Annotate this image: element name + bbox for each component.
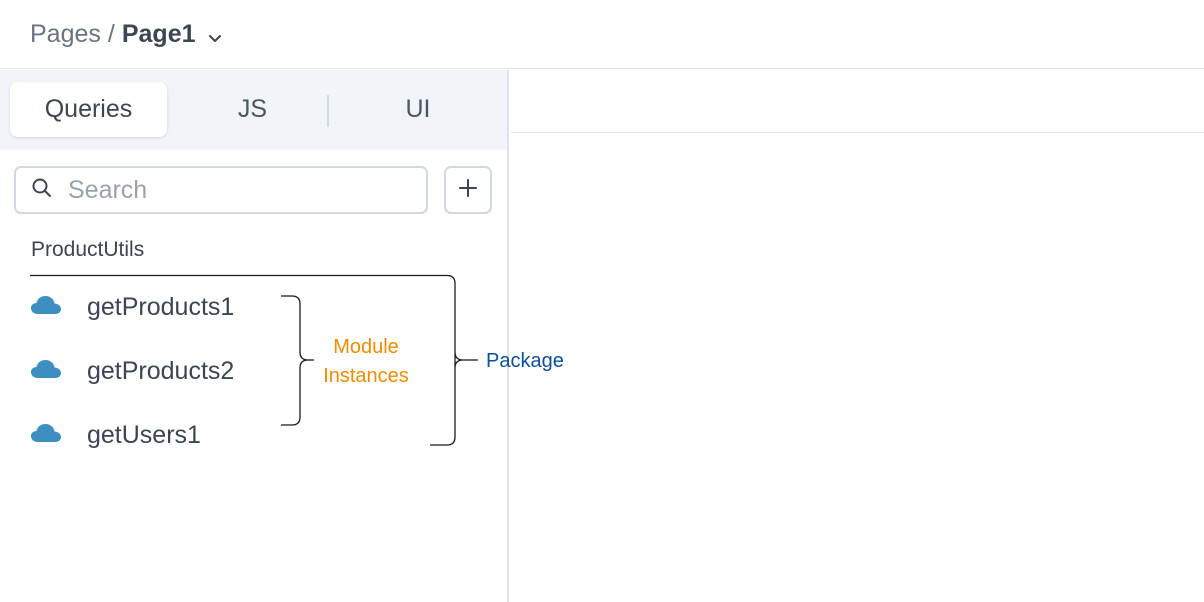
cloud-icon [30, 422, 62, 449]
chevron-down-icon[interactable] [206, 25, 224, 43]
package-group-label[interactable]: ProductUtils [31, 238, 144, 262]
list-item[interactable]: getProducts2 [30, 351, 290, 391]
list-item[interactable]: getProducts1 [30, 287, 290, 327]
module-instances-annotation: Module Instances [316, 333, 416, 391]
cloud-icon [30, 294, 62, 321]
search-icon [30, 176, 54, 205]
tab-bar: Queries JS UI [0, 70, 507, 150]
add-query-button[interactable] [444, 166, 492, 214]
breadcrumb: Pages / Page1 [0, 0, 1204, 69]
breadcrumb-separator: / [107, 19, 115, 48]
editor-tabs-divider [511, 132, 1204, 133]
list-item-label: getUsers1 [87, 420, 201, 449]
search-field[interactable] [14, 166, 428, 214]
tab-js[interactable]: JS [180, 82, 325, 137]
list-item[interactable]: getUsers1 [30, 415, 290, 455]
tab-ui[interactable]: UI [340, 82, 496, 137]
breadcrumb-pages[interactable]: Pages [30, 20, 101, 49]
module-annotation-line1: Module [333, 336, 399, 358]
search-input[interactable] [68, 175, 398, 205]
cloud-icon [30, 358, 62, 385]
tab-queries[interactable]: Queries [10, 82, 167, 137]
entity-explorer: Queries JS UI ProductUtils getProducts1 … [0, 70, 509, 602]
breadcrumb-current-page[interactable]: Page1 [122, 20, 196, 49]
plus-icon [456, 176, 480, 205]
tab-divider [327, 95, 329, 127]
list-item-label: getProducts1 [87, 292, 235, 321]
module-annotation-line2: Instances [323, 365, 409, 387]
list-item-label: getProducts2 [87, 356, 235, 385]
package-annotation: Package [486, 350, 564, 372]
